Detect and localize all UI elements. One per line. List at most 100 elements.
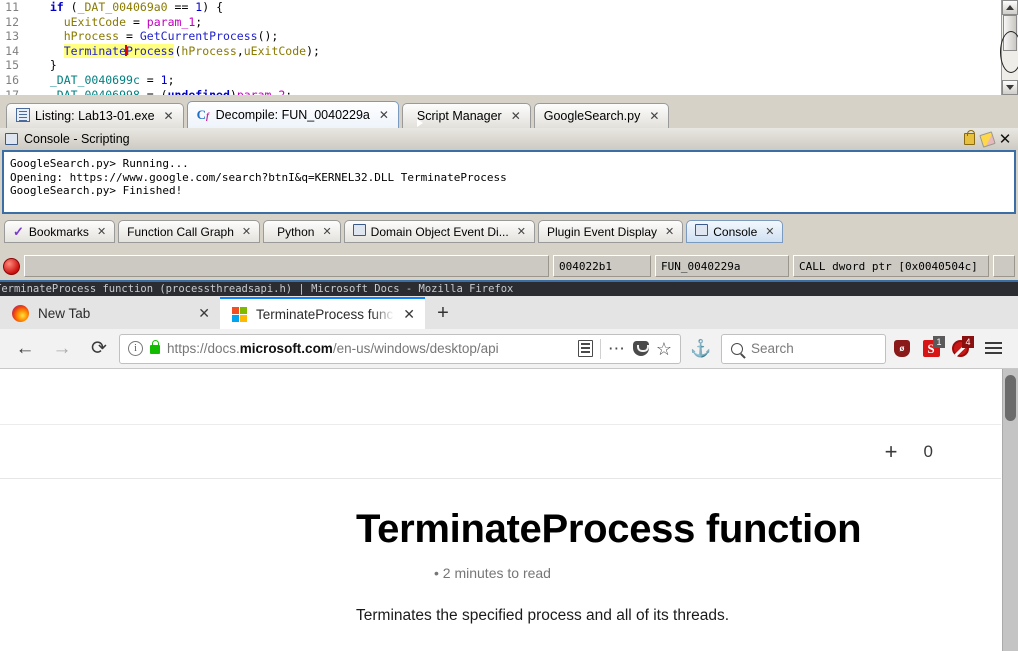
monitor-icon [352, 224, 366, 239]
console-output[interactable]: GoogleSearch.py> Running... Opening: http… [2, 150, 1016, 214]
tab-close-icon[interactable]: ✕ [511, 109, 521, 123]
code-text: hProcess = GetCurrentProcess(); [63, 29, 279, 44]
scroll-up-button[interactable] [1002, 0, 1018, 15]
page-scrollbar[interactable] [1002, 369, 1018, 651]
ghidra-tab-3[interactable]: GoogleSearch.py ✕ [533, 103, 670, 128]
ghidra-bottom-tab-4[interactable]: Plugin Event Display ✕ [537, 220, 684, 243]
tab-close-icon[interactable]: ✕ [403, 306, 415, 323]
ghidra-bottom-tab-1[interactable]: Function Call Graph ✕ [118, 220, 261, 243]
read-time: • 2 minutes to read [434, 565, 551, 581]
scroll-down-button[interactable] [1002, 80, 1018, 95]
decompiler-scrollbar[interactable] [1000, 0, 1018, 95]
firefox-navigation-toolbar: ← → ⟳ i https://docs.microsoft.com/en-us… [0, 329, 1018, 369]
status-indicator-icon[interactable] [3, 257, 20, 275]
decompiler-panel[interactable]: 11 if (_DAT_004069a0 == 1) {12 uExitCode… [0, 0, 1018, 95]
lock-icon[interactable] [960, 130, 978, 148]
cursor-overlay-icon [1000, 31, 1018, 73]
rating-count: 0 [923, 441, 933, 461]
eraser-icon[interactable] [978, 130, 996, 148]
code-line[interactable]: 11 if (_DAT_004069a0 == 1) { [0, 0, 1001, 15]
tab-label: GoogleSearch.py [543, 109, 641, 123]
code-text: } [36, 58, 57, 73]
code-line[interactable]: 17 _DAT_00406998 = (undefined)param_2; [0, 88, 1001, 95]
tab-label: Console [713, 224, 758, 239]
hamburger-menu-icon[interactable] [976, 333, 1010, 365]
tab-close-icon[interactable]: ✕ [765, 225, 774, 238]
tab-close-icon[interactable]: ✕ [97, 225, 106, 238]
code-line[interactable]: 16 _DAT_0040699c = 1; [0, 73, 1001, 88]
ublock-origin-icon[interactable]: ø [889, 334, 915, 364]
url-bar[interactable]: i https://docs.microsoft.com/en-us/windo… [119, 333, 681, 364]
code-line[interactable]: 13 hProcess = GetCurrentProcess(); [0, 29, 1001, 44]
tab-close-icon[interactable]: ✕ [649, 109, 659, 123]
code-line[interactable]: 15 } [0, 58, 1001, 73]
tab-close-icon[interactable]: ✕ [164, 109, 174, 123]
code-text: _DAT_0040699c = 1; [49, 72, 175, 87]
tab-close-icon[interactable]: ✕ [379, 108, 389, 122]
decompile-icon: Cf [196, 107, 209, 122]
scroll-track[interactable] [1000, 15, 1018, 80]
reload-button[interactable]: ⟳ [82, 333, 116, 365]
code-line[interactable]: 12 uExitCode = param_1; [0, 15, 1001, 30]
noscript-icon[interactable]: 4 [947, 334, 974, 364]
console-line: GoogleSearch.py> Finished! [10, 184, 183, 197]
padlock-icon[interactable] [150, 340, 160, 354]
tab-close-icon[interactable]: ✕ [517, 225, 526, 238]
forward-button[interactable]: → [45, 333, 79, 365]
console-line: GoogleSearch.py> Running... [10, 157, 189, 170]
ghidra-tab-1[interactable]: Cf Decompile: FUN_0040229a ✕ [186, 101, 399, 128]
url-text[interactable]: https://docs.microsoft.com/en-us/windows… [167, 341, 571, 356]
firefox-window: TerminateProcess function (processthread… [0, 282, 1018, 651]
ghidra-tab-2[interactable]: Script Manager ✕ [401, 103, 531, 128]
tab-label: Function Call Graph [127, 224, 234, 239]
close-icon[interactable]: ✕ [996, 130, 1014, 148]
ghidra-bottom-tab-strip[interactable]: ✓ Bookmarks ✕ Function Call Graph ✕ Python ✕ Do… [0, 220, 1018, 250]
firefox-tab-bar[interactable]: New Tab ✕ TerminateProcess function ✕ + [0, 296, 1018, 329]
rating-plus-button[interactable]: + [885, 439, 898, 465]
ghidra-bottom-tab-0[interactable]: ✓ Bookmarks ✕ [4, 220, 116, 243]
pocket-icon[interactable] [632, 341, 649, 356]
firefox-tab-0[interactable]: New Tab ✕ [0, 297, 220, 329]
tab-close-icon[interactable]: ✕ [198, 305, 210, 322]
status-function-field: FUN_0040229a [655, 255, 789, 277]
ghidra-status-bar: 004022b1 FUN_0040229a CALL dword ptr [0x… [0, 252, 1018, 280]
ghidra-window: 11 if (_DAT_004069a0 == 1) {12 uExitCode… [0, 0, 1018, 282]
decompiler-code-view[interactable]: 11 if (_DAT_004069a0 == 1) {12 uExitCode… [0, 0, 1001, 95]
line-number: 11 [5, 0, 19, 14]
line-number: 15 [5, 58, 19, 73]
stylish-icon[interactable]: S1 [918, 334, 945, 364]
code-text: if (_DAT_004069a0 == 1) { [49, 0, 224, 14]
tab-label: TerminateProcess function [256, 306, 394, 322]
search-box[interactable]: Search [721, 333, 886, 364]
tab-close-icon[interactable]: ✕ [322, 225, 331, 238]
status-extra-field [993, 255, 1015, 277]
tab-close-icon[interactable]: ✕ [242, 225, 251, 238]
ghidra-tab-strip[interactable]: Listing: Lab13-01.exe ✕ Cf Decompile: FUN_0… [0, 96, 1018, 128]
tab-label: Decompile: FUN_0040229a [215, 108, 370, 122]
page-info-icon[interactable]: i [128, 341, 143, 356]
code-line[interactable]: 14 TerminateProcess(hProcess,uExitCode); [0, 43, 1001, 59]
intro-paragraph: Terminates the specified process and all… [356, 607, 730, 624]
ghidra-bottom-tab-2[interactable]: Python ✕ [263, 220, 341, 243]
search-icon [731, 342, 743, 355]
monitor-icon [5, 133, 18, 145]
new-tab-button[interactable]: + [425, 297, 461, 329]
url-scheme: https://docs. [167, 341, 240, 356]
text-caret [125, 44, 128, 56]
reader-view-icon[interactable] [577, 340, 593, 357]
line-number: 14 [5, 43, 19, 58]
library-icon[interactable]: ⚓ [684, 333, 718, 365]
back-button[interactable]: ← [8, 333, 42, 365]
tab-close-icon[interactable]: ✕ [665, 225, 674, 238]
ghidra-bottom-tab-3[interactable]: Domain Object Event Di... ✕ [343, 220, 535, 243]
stylish-badge: 1 [933, 335, 945, 348]
bookmark-star-icon[interactable]: ☆ [656, 340, 672, 358]
tab-label: Listing: Lab13-01.exe [35, 109, 155, 123]
ghidra-bottom-tab-5[interactable]: Console ✕ [686, 220, 784, 243]
page-scroll-thumb[interactable] [1005, 375, 1016, 421]
page-actions-icon[interactable]: ⋯ [608, 340, 626, 357]
ghidra-tab-0[interactable]: Listing: Lab13-01.exe ✕ [6, 103, 184, 128]
url-domain: microsoft.com [239, 341, 333, 356]
tab-label: New Tab [38, 305, 91, 321]
firefox-tab-1[interactable]: TerminateProcess function ✕ [220, 297, 425, 329]
